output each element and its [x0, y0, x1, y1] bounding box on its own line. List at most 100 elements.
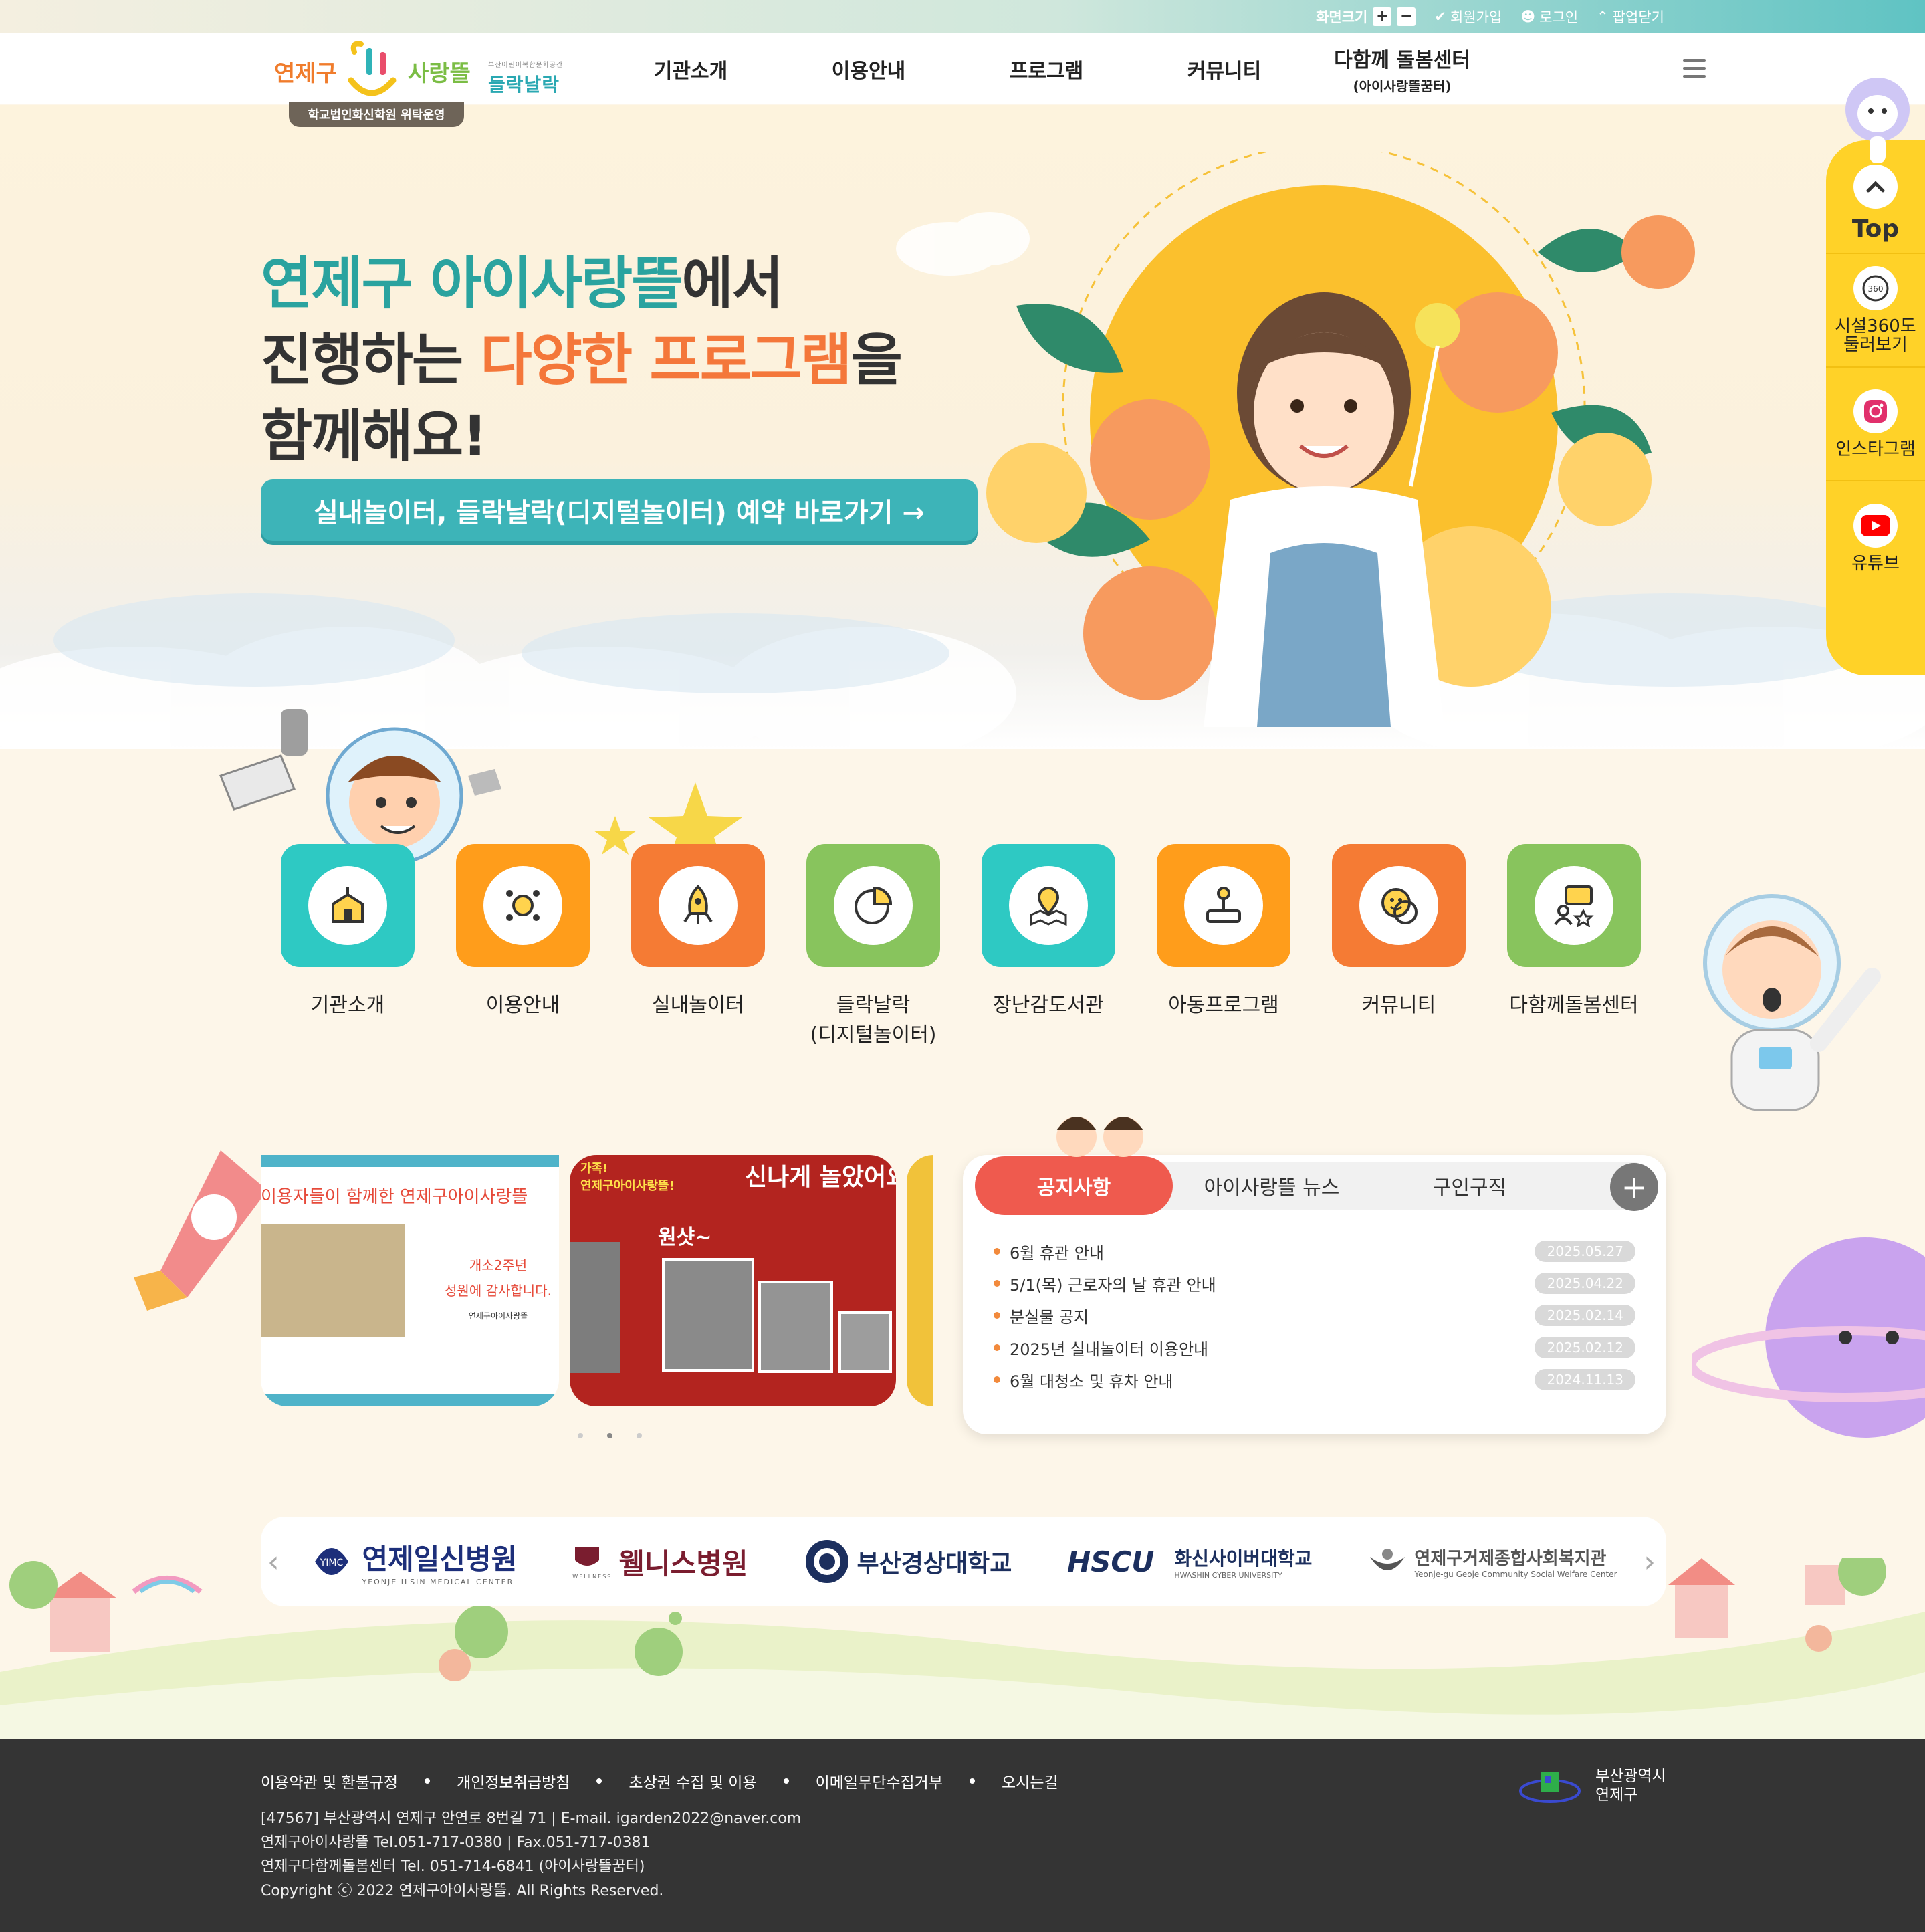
gallery-card2-photo	[570, 1242, 620, 1373]
quick-link-digital-playground[interactable]: 들락날락 (디지털놀이터)	[806, 844, 940, 1050]
zoom-in-button[interactable]: +	[1373, 7, 1392, 26]
instagram-icon	[1853, 389, 1898, 433]
quick-instagram-label: 인스타그램	[1835, 439, 1916, 459]
partner-logo[interactable]: 연제구거제종합사회복지관 Yeonje-gu Geoje Community S…	[1367, 1545, 1617, 1579]
gallery-card2-tag: 가족!	[580, 1162, 608, 1176]
logo-text-part2: 사랑뜰	[408, 60, 471, 87]
partner-logo[interactable]: 부산경상대학교	[804, 1538, 1012, 1585]
tile	[631, 844, 765, 967]
partner-logo[interactable]: WELLNESS 웰니스병원	[572, 1541, 748, 1582]
gallery-card1-title: 이용자들이 함께한 연제구아이사랑뜰	[261, 1187, 528, 1207]
tab-news[interactable]: 아이사랑뜰 뉴스	[1173, 1156, 1371, 1215]
list-item[interactable]: 5/1(목) 근로자의 날 휴관 안내 2025.04.22	[994, 1267, 1635, 1299]
nav-item-guide[interactable]: 이용안내	[780, 54, 957, 84]
hamburger-menu-icon[interactable]	[1683, 59, 1706, 78]
footer-link-directions[interactable]: 오시는길	[1002, 1769, 1058, 1792]
list-item[interactable]: 2025년 실내놀이터 이용안내 2025.02.12	[994, 1331, 1635, 1364]
partner-name: 연제일신병원	[362, 1543, 518, 1576]
notice-title: 5/1(목) 근로자의 날 휴관 안내	[994, 1272, 1216, 1295]
quick-link-label: 커뮤니티	[1361, 994, 1436, 1017]
ilsin-hospital-logo-icon: YIMC	[315, 1548, 349, 1575]
nav-item-community[interactable]: 커뮤니티	[1135, 54, 1313, 84]
guide-icon	[483, 866, 562, 945]
footer-tel2: 연제구다함께돌봄센터 Tel. 051-714-6841 (아이사랑뜰꿈터)	[261, 1858, 645, 1875]
login-link[interactable]: ☻ 로그인	[1520, 7, 1578, 27]
quick-link-toy-library[interactable]: 장난감도서관	[982, 844, 1115, 1050]
gallery-card-anniversary[interactable]: 이용자들이 함께한 연제구아이사랑뜰 개소2주년 성원에 감사합니다. 연제구아…	[261, 1155, 559, 1406]
nav-label: 커뮤니티	[1187, 60, 1262, 83]
gallery-card1-msg1: 개소2주년	[469, 1257, 528, 1273]
footer-link-privacy[interactable]: 개인정보취급방침	[457, 1769, 570, 1792]
gallery-card-play-day[interactable]: 가족! 연제구아이사랑뜰! 신나게 놀았어요 원샷~	[570, 1155, 896, 1406]
signup-link[interactable]: ✔ 회원가입	[1434, 7, 1502, 27]
gallery-card-next[interactable]	[907, 1155, 933, 1406]
notice-title: 6월 휴관 안내	[994, 1240, 1104, 1263]
list-item[interactable]: 6월 대청소 및 휴차 안내 2024.11.13	[994, 1364, 1635, 1396]
nav-item-care-center[interactable]: 다함께 돌봄센터 (아이사랑뜰꿈터)	[1313, 43, 1491, 95]
quick-link-playground[interactable]: 실내놀이터	[631, 844, 765, 1050]
quick-link-care-center[interactable]: 다함께돌봄센터	[1507, 844, 1641, 1050]
hero-highlight-teal: 연제구 아이사랑뜰	[261, 251, 683, 316]
partner-logo[interactable]: HSCU 화신사이버대학교 HWASHIN CYBER UNIVERSITY	[1067, 1544, 1312, 1580]
utility-links: 화면크기 + − ✔ 회원가입 ☻ 로그인 ⌃ 팝업닫기	[1316, 7, 1664, 27]
quick-menu: Top 360 시설360도 둘러보기 인스타그램 유튜브	[1826, 140, 1925, 675]
notice-date: 2025.04.22	[1535, 1273, 1635, 1294]
more-plus-button[interactable]: +	[1610, 1163, 1658, 1211]
map-pin-icon	[1009, 866, 1088, 945]
partner-list: YIMC 연제일신병원 YEONJE ILSIN MEDICAL CENTER …	[281, 1517, 1645, 1606]
quick-link-about[interactable]: 기관소개	[281, 844, 415, 1050]
gallery-pagination	[578, 1433, 642, 1438]
notice-date: 2025.02.14	[1535, 1305, 1635, 1326]
zoom-out-button[interactable]: −	[1397, 7, 1416, 26]
signup-label: 회원가입	[1450, 9, 1502, 25]
quick-link-guide[interactable]: 이용안내	[456, 844, 590, 1050]
partner-name: 웰니스병원	[618, 1547, 748, 1580]
tile	[982, 844, 1115, 967]
footer-link-terms[interactable]: 이용약관 및 환불규정	[261, 1769, 398, 1792]
site-logo[interactable]: 연제구 사랑뜰 부산어린이복합문화공간 들락날락	[274, 39, 595, 103]
reservation-cta-button[interactable]: 실내놀이터, 들락날락(디지털놀이터) 예약 바로가기 →	[261, 479, 978, 541]
quick-link-community[interactable]: 커뮤니티	[1332, 844, 1466, 1050]
quick-link-label: 아동프로그램	[1168, 994, 1279, 1017]
nav-item-about[interactable]: 기관소개	[602, 54, 780, 84]
partner-next-icon[interactable]: ›	[1644, 1545, 1656, 1579]
quick-youtube-button[interactable]: 유튜브	[1826, 481, 1925, 595]
notice-date: 2024.11.13	[1535, 1369, 1635, 1390]
tab-notice[interactable]: 공지사항	[975, 1156, 1173, 1215]
notice-title: 6월 대청소 및 휴차 안내	[994, 1368, 1173, 1392]
chevron-up-icon	[1853, 164, 1898, 209]
gallery-card1-photo	[261, 1224, 405, 1337]
footer-tel: 연제구아이사랑뜰 Tel.051-717-0380 | Fax.051-717-…	[261, 1834, 651, 1851]
quick-link-label: 장난감도서관	[993, 994, 1104, 1017]
youtube-icon	[1853, 504, 1898, 548]
popup-close-link[interactable]: ⌃ 팝업닫기	[1597, 7, 1664, 27]
quick-360-view-button[interactable]: 360 시설360도 둘러보기	[1826, 254, 1925, 368]
gallery-card1-sign: 연제구아이사랑뜰	[468, 1311, 528, 1321]
partner-name: 화신사이버대학교	[1174, 1547, 1313, 1570]
logo-text-part1: 연제구	[274, 60, 337, 87]
nav-label: 이용안내	[831, 60, 906, 83]
hero-highlight-orange: 다양한 프로그램	[480, 327, 852, 393]
gallery-dot[interactable]	[637, 1433, 642, 1438]
quick-link-label: 들락날락 (디지털놀이터)	[810, 994, 937, 1047]
quick-instagram-button[interactable]: 인스타그램	[1826, 368, 1925, 481]
main-nav: 기관소개 이용안내 프로그램 커뮤니티 다함께 돌봄센터 (아이사랑뜰꿈터)	[602, 33, 1491, 104]
list-item[interactable]: 분실물 공지 2025.02.14	[994, 1299, 1635, 1331]
partner-logo[interactable]: YIMC 연제일신병원 YEONJE ILSIN MEDICAL CENTER	[308, 1537, 517, 1586]
welfare-center-logo-icon	[1370, 1549, 1405, 1570]
kyungsang-university-emblem-icon	[805, 1540, 848, 1583]
footer-link-portrait[interactable]: 초상권 수집 및 이용	[629, 1769, 756, 1792]
nav-item-program[interactable]: 프로그램	[957, 54, 1135, 84]
svg-text:360: 360	[1868, 284, 1884, 294]
notice-date: 2025.02.12	[1535, 1337, 1635, 1358]
quick-link-kids-program[interactable]: 아동프로그램	[1157, 844, 1290, 1050]
gallery-dot[interactable]	[578, 1433, 583, 1438]
yeonje-gu-logo[interactable]: 부산광역시 연제구	[1518, 1767, 1666, 1804]
quick-top-label: Top	[1851, 215, 1900, 243]
tab-jobs[interactable]: 구인구직	[1371, 1156, 1569, 1215]
partner-prev-icon[interactable]: ‹	[267, 1545, 279, 1579]
footer-link-email-refuse[interactable]: 이메일무단수집거부	[816, 1769, 943, 1792]
gallery-card1-message: 개소2주년 성원에 감사합니다. 연제구아이사랑뜰	[441, 1253, 555, 1329]
gallery-dot[interactable]	[607, 1433, 612, 1438]
list-item[interactable]: 6월 휴관 안내 2025.05.27	[994, 1235, 1635, 1267]
